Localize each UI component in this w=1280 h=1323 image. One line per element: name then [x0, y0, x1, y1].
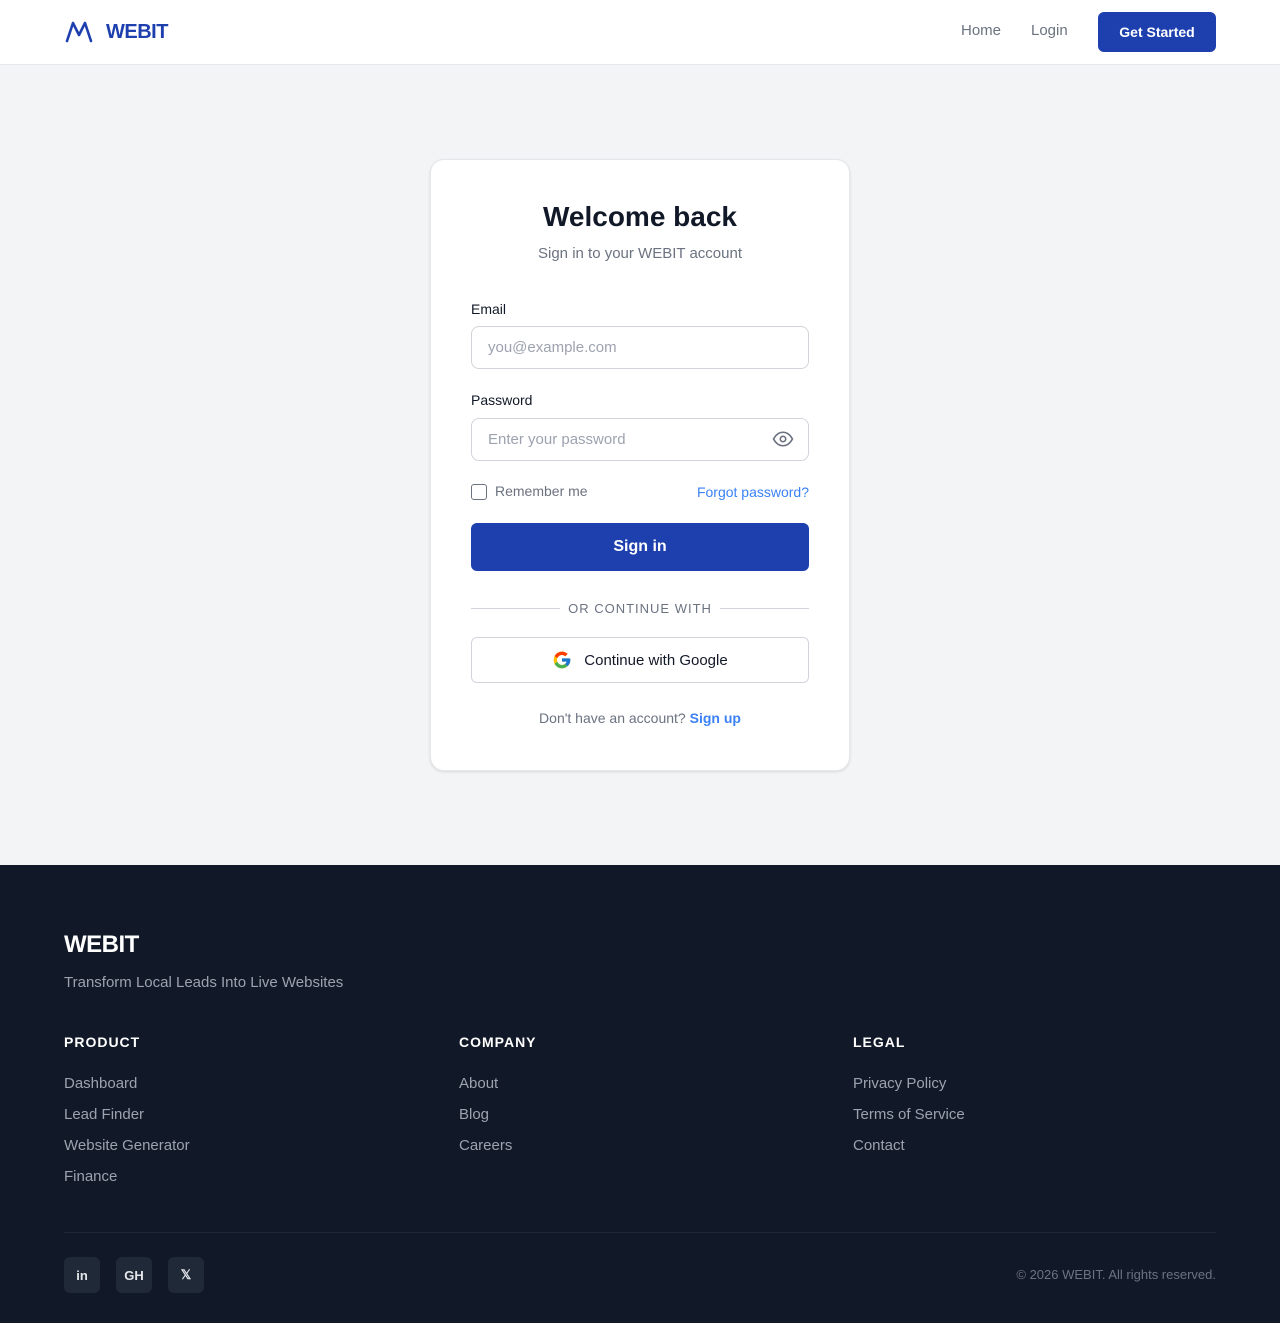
password-input[interactable] — [471, 418, 809, 461]
footer-link-careers[interactable]: Careers — [459, 1137, 537, 1155]
footer-link-finance[interactable]: Finance — [64, 1168, 190, 1186]
login-card: Welcome back Sign in to your WEBIT accou… — [430, 159, 850, 771]
email-input[interactable] — [471, 326, 809, 369]
github-icon[interactable]: GH — [116, 1257, 152, 1293]
footer-link-about[interactable]: About — [459, 1075, 537, 1093]
get-started-button[interactable]: Get Started — [1098, 12, 1216, 52]
remember-label: Remember me — [495, 483, 588, 499]
google-signin-button[interactable]: Continue with Google — [471, 637, 809, 683]
eye-icon[interactable] — [772, 430, 794, 448]
signup-prompt: Don't have an account? Sign up — [431, 710, 849, 727]
password-label: Password — [471, 392, 533, 408]
or-divider: OR CONTINUE WITH — [471, 600, 809, 618]
nav-login-link[interactable]: Login — [1031, 22, 1068, 40]
remember-me: Remember me — [471, 483, 588, 500]
sign-in-button[interactable]: Sign in — [471, 523, 809, 571]
footer-link-website-generator[interactable]: Website Generator — [64, 1137, 190, 1155]
footer-link-contact[interactable]: Contact — [853, 1137, 965, 1155]
login-title: Welcome back — [542, 201, 738, 232]
copyright-text: © 2026 WEBIT. All rights reserved. — [1016, 1267, 1216, 1282]
brand-logo-link[interactable]: WEBIT — [64, 18, 168, 46]
x-icon[interactable]: 𝕏 — [168, 1257, 204, 1293]
footer-divider — [64, 1232, 1216, 1233]
google-button-label: Continue with Google — [584, 651, 728, 669]
footer-column-company: COMPANY About Blog Careers — [459, 1034, 537, 1168]
linkedin-icon[interactable]: in — [64, 1257, 100, 1293]
footer-column-title: COMPANY — [459, 1034, 537, 1050]
brand-name: WEBIT — [106, 20, 168, 43]
remember-checkbox[interactable] — [471, 483, 487, 500]
footer-column-title: PRODUCT — [64, 1034, 141, 1050]
site-footer: WEBIT Transform Local Leads Into Live We… — [0, 865, 1280, 1323]
nav-home-link[interactable]: Home — [961, 22, 1001, 40]
site-header: WEBIT Home Login Get Started — [0, 0, 1280, 65]
forgot-password-link[interactable]: Forgot password? — [697, 484, 809, 501]
footer-column-title: LEGAL — [853, 1034, 906, 1050]
login-subtitle: Sign in to your WEBIT account — [538, 245, 742, 262]
footer-link-blog[interactable]: Blog — [459, 1106, 537, 1124]
footer-link-terms[interactable]: Terms of Service — [853, 1106, 965, 1124]
footer-column-legal: LEGAL Privacy Policy Terms of Service Co… — [853, 1034, 965, 1168]
footer-tagline: Transform Local Leads Into Live Websites — [64, 974, 344, 991]
webit-logo-icon — [65, 21, 93, 43]
email-label: Email — [471, 301, 507, 317]
footer-column-product: PRODUCT Dashboard Lead Finder Website Ge… — [64, 1034, 190, 1199]
footer-link-dashboard[interactable]: Dashboard — [64, 1075, 190, 1093]
google-icon — [553, 651, 571, 669]
footer-brand: WEBIT — [64, 931, 139, 958]
divider-text: OR CONTINUE WITH — [568, 601, 712, 616]
footer-link-lead-finder[interactable]: Lead Finder — [64, 1106, 190, 1124]
footer-link-privacy[interactable]: Privacy Policy — [853, 1075, 965, 1093]
divider-line-right — [720, 608, 809, 609]
no-account-text: Don't have an account? — [539, 710, 686, 726]
sign-up-link[interactable]: Sign up — [690, 710, 741, 726]
